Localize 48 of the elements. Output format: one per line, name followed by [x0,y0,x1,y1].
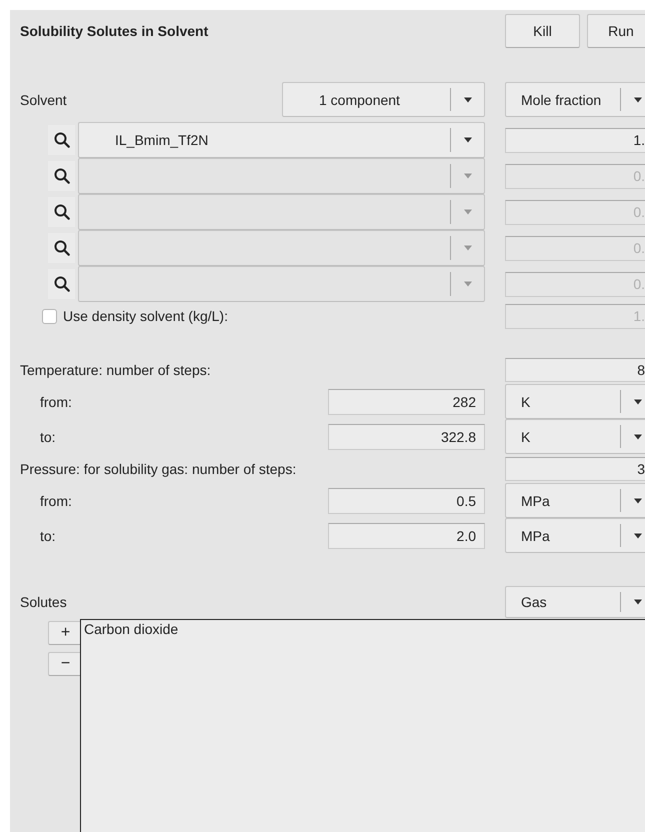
range-label: from: [39,492,73,508]
list-item[interactable]: Carbon dioxide [83,621,180,637]
section-label: Temperature: number of steps: [20,362,212,378]
number-field[interactable]: 2.0 [328,522,485,548]
caret-icon [633,96,643,104]
steps-field[interactable]: 8 [505,358,645,382]
caret-icon [633,398,643,406]
number-field[interactable]: 322.8 [328,424,485,450]
panel-title: Solubility Solutes in Solvent [20,23,210,39]
search-icon[interactable] [54,168,70,184]
caret-icon [633,598,643,606]
section-label: Solvent [20,92,68,108]
caret-icon [463,208,473,216]
range-label: to: [39,428,57,444]
caret-icon [463,136,473,144]
checkbox-label: Use density solvent (kg/L): [63,308,228,324]
phase-dropdown[interactable]: Gas [505,586,645,618]
section-label: Solutes [20,594,68,610]
steps-field[interactable]: 3 [505,456,645,480]
unit-dropdown[interactable]: MPa [505,518,645,553]
component-dropdown[interactable]: IL_Bmim_Tf2N [78,122,485,158]
unit-dropdown[interactable]: K [505,384,645,419]
number-field[interactable]: 0.5 [328,488,485,514]
caret-icon [463,172,473,180]
unit-dropdown[interactable]: K [505,419,645,454]
search-icon[interactable] [54,132,70,148]
number-field[interactable]: 282 [328,388,485,414]
caret-icon [463,280,473,288]
caret-icon [633,432,643,440]
section-label: Pressure: for solubility gas: number of steps: [20,460,298,476]
range-label: from: [39,394,73,410]
caret-icon [633,532,643,540]
caret-icon [463,244,473,252]
component-count-dropdown[interactable]: 1 component [282,82,485,117]
run-button[interactable]: Run [587,14,645,48]
search-icon[interactable] [54,276,70,292]
search-icon[interactable] [54,204,70,220]
checkbox[interactable] [42,308,57,324]
caret-icon [633,496,643,504]
add-button[interactable]: + [48,621,83,645]
kill-button[interactable]: Kill [505,14,580,48]
remove-button[interactable]: − [48,652,83,676]
range-label: to: [39,528,57,544]
search-icon[interactable] [54,240,70,256]
unit-dropdown[interactable]: MPa [505,483,645,518]
unit-dropdown[interactable]: Mole fraction [505,82,645,117]
fraction-field[interactable]: 1. [505,128,645,152]
caret-icon [463,96,473,104]
